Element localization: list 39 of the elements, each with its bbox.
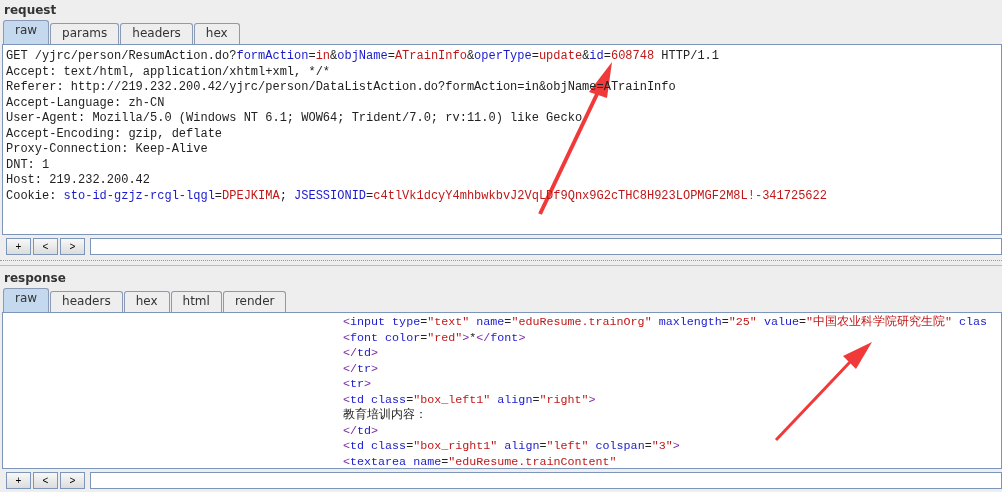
code-line: </td> [343, 346, 379, 362]
section-title: response [3, 270, 67, 287]
code-line: User-Agent: Mozilla/5.0 (Windows NT 6.1; WOW64; Trident/7.0; rv:11.0) like Gecko [6, 111, 583, 127]
nav-button[interactable]: < [33, 472, 58, 489]
tab[interactable]: headers [50, 291, 123, 312]
code-line: Host: 219.232.200.42 [6, 173, 151, 189]
code-line: </tr> [343, 361, 379, 377]
code-line: <td class="box_right1" align="left" colspan="3"> [343, 439, 680, 455]
message-editor[interactable] [2, 44, 1002, 235]
code-line: <font color="red">*</font> [343, 330, 526, 346]
search-field[interactable] [90, 472, 1002, 489]
nav-button[interactable]: + [6, 472, 31, 489]
code-line: <input type="text" name="eduResume.trainOrg" maxlength="25" value="中国农业科学院研究生院" clas [343, 315, 988, 331]
code-line: Proxy-Connection: Keep-Alive [6, 142, 208, 158]
search-field[interactable] [90, 238, 1002, 255]
code-line: Accept: text/html, application/xhtml+xml, */* [6, 64, 331, 80]
tab[interactable]: hex [193, 23, 240, 44]
message-editor[interactable] [2, 312, 1002, 469]
nav-button[interactable]: > [60, 238, 85, 255]
code-line: DNT: 1 [6, 157, 50, 173]
tab[interactable]: headers [120, 23, 193, 44]
nav-button[interactable]: < [33, 238, 58, 255]
nav-button[interactable]: > [60, 472, 85, 489]
tab[interactable]: render [222, 291, 287, 312]
code-line: </td> [343, 423, 379, 439]
tab[interactable]: hex [123, 291, 170, 312]
code-line: GET /yjrc/person/ResumAction.do?formAction=in&objName=ATrainInfo&operType=update&id=608748 HTTP/1.1 [6, 49, 719, 65]
tab[interactable]: params [50, 23, 120, 44]
code-line: Accept-Encoding: gzip, deflate [6, 126, 223, 142]
tab[interactable]: html [170, 291, 222, 312]
section-title: request [3, 2, 58, 19]
code-line: Accept-Language: zh-CN [6, 95, 165, 111]
tab[interactable]: raw [3, 20, 50, 44]
code-line: <tr> [343, 377, 372, 393]
code-line: 教育培训内容： [343, 408, 427, 424]
nav-button[interactable]: + [6, 238, 31, 255]
code-line: <td class="box_left1" align="right"> [343, 392, 596, 407]
code-line: <textarea name="eduResume.trainContent" [343, 454, 617, 468]
tab[interactable]: raw [3, 288, 50, 312]
